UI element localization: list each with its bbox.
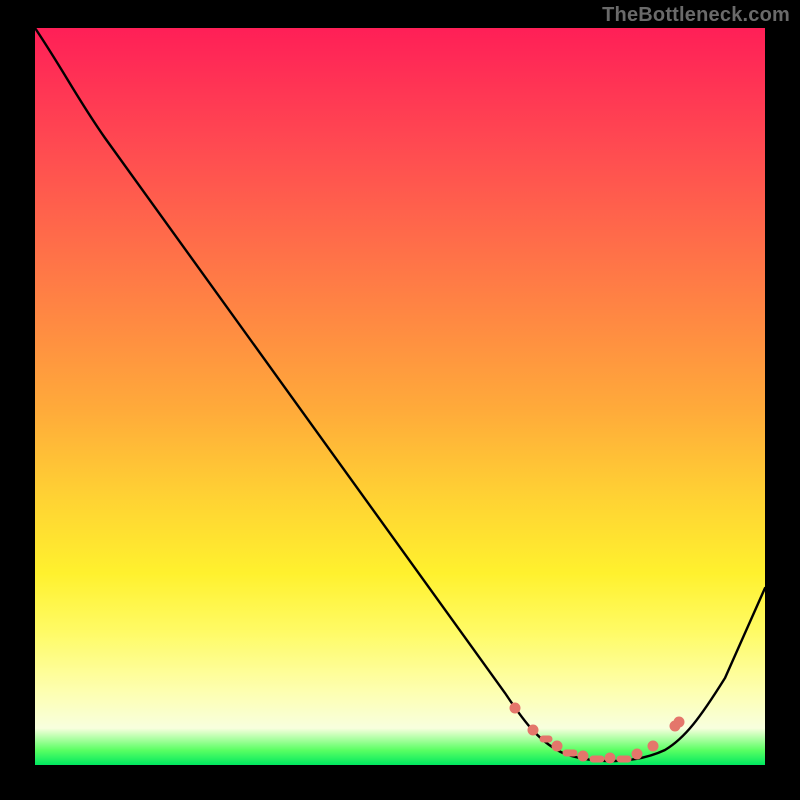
plot-area: [35, 28, 765, 765]
bottleneck-curve: [35, 28, 765, 765]
watermark-label: TheBottleneck.com: [602, 4, 790, 27]
chart-frame: TheBottleneck.com: [0, 0, 800, 800]
curve-path: [35, 28, 765, 761]
